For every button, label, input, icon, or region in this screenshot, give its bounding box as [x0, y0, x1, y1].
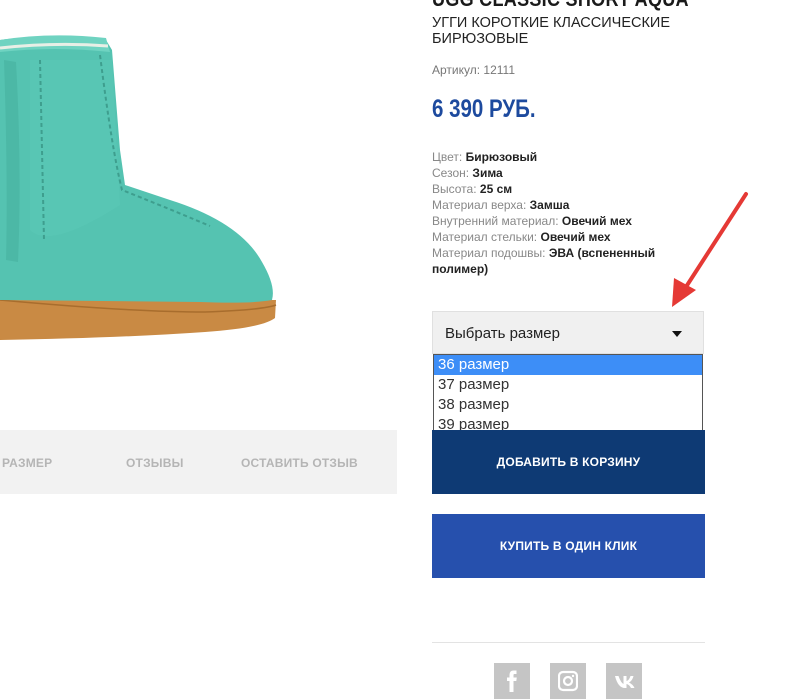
instagram-icon[interactable] — [550, 663, 586, 699]
buy-one-click-button[interactable]: КУПИТЬ В ОДИН КЛИК — [432, 514, 705, 578]
size-option-38[interactable]: 38 размер — [434, 395, 702, 415]
spec-value: Зима — [472, 166, 503, 180]
chevron-down-icon — [672, 331, 682, 337]
size-select[interactable]: Выбрать размер — [432, 311, 704, 354]
spec-key: Высота: — [432, 182, 477, 196]
spec-key: Материал стельки: — [432, 230, 538, 244]
spec-value: Овечий мех — [561, 214, 632, 228]
spec-row-season: Сезон: Зима — [432, 165, 702, 181]
tab-leave-review[interactable]: ОСТАВИТЬ ОТЗЫВ — [241, 456, 358, 470]
vk-icon[interactable] — [606, 663, 642, 699]
size-options-list: 36 размер 37 размер 38 размер 39 размер — [433, 354, 703, 435]
product-title-ru: УГГИ КОРОТКИЕ КЛАССИЧЕСКИЕ БИРЮЗОВЫЕ — [432, 15, 671, 47]
size-option-37[interactable]: 37 размер — [434, 375, 702, 395]
product-image — [0, 0, 300, 360]
product-sku: Артикул: 12111 — [432, 63, 515, 77]
add-to-cart-button[interactable]: ДОБАВИТЬ В КОРЗИНУ — [432, 430, 705, 494]
product-title-en: UGG CLASSIC SHORT AQUA — [432, 0, 689, 12]
tab-reviews[interactable]: ОТЗЫВЫ — [126, 456, 184, 470]
spec-value: Замша — [529, 198, 570, 212]
product-tabs: РАЗМЕР ОТЗЫВЫ ОСТАВИТЬ ОТЗЫВ — [0, 430, 397, 494]
spec-key: Внутренний материал: — [432, 214, 559, 228]
spec-value: 25 см — [479, 182, 513, 196]
annotation-arrow-icon — [672, 192, 748, 307]
product-price: 6 390 РУБ. — [432, 95, 536, 123]
tab-size[interactable]: РАЗМЕР — [2, 456, 52, 470]
size-option-36[interactable]: 36 размер — [434, 355, 702, 375]
spec-value: Бирюзовый — [465, 150, 538, 164]
spec-value: Овечий мех — [540, 230, 611, 244]
spec-key: Цвет: — [432, 150, 463, 164]
divider — [432, 642, 705, 643]
spec-key: Материал подошвы: — [432, 246, 546, 260]
spec-row-color: Цвет: Бирюзовый — [432, 149, 702, 165]
facebook-icon[interactable] — [494, 663, 530, 699]
size-select-label: Выбрать размер — [445, 325, 560, 342]
spec-key: Сезон: — [432, 166, 470, 180]
spec-key: Материал верха: — [432, 198, 527, 212]
